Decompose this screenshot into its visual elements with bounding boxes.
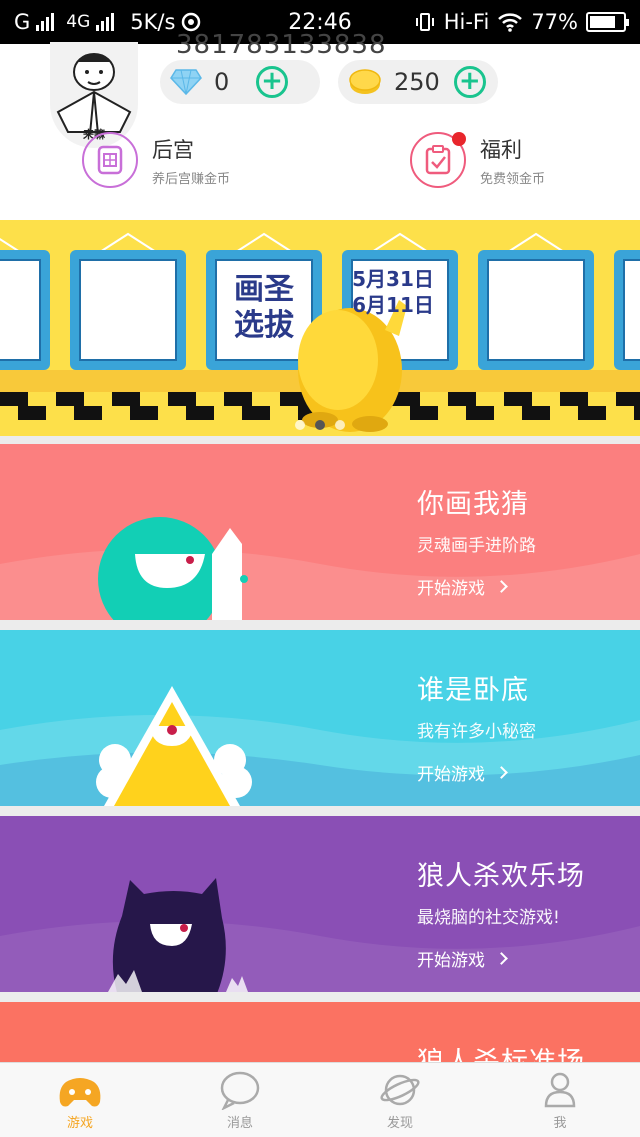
start-game-label: 开始游戏 — [417, 951, 485, 971]
add-coin-button[interactable]: + — [453, 66, 486, 98]
banner-illustration — [0, 232, 640, 432]
carousel-dot[interactable] — [335, 420, 345, 430]
game-card-undercover[interactable]: 谁是卧底 我有许多小秘密 开始游戏 — [0, 630, 640, 806]
person-icon — [544, 1072, 576, 1108]
user-id: 381783133838 — [176, 30, 387, 60]
quick-link-harem[interactable]: 后宫 养后宫赚金币 — [82, 132, 230, 188]
tab-games[interactable]: 游戏 — [0, 1063, 160, 1137]
start-game-label: 开始游戏 — [417, 579, 485, 599]
floor-tile — [578, 406, 606, 420]
wifi-icon — [498, 13, 523, 32]
floor-tile — [112, 392, 140, 406]
floor-tile — [448, 392, 476, 406]
banner-frame — [478, 232, 594, 370]
battery-percent: 77% — [531, 10, 578, 34]
chevron-right-icon — [495, 580, 508, 593]
network-label: 4G — [66, 12, 91, 32]
notification-badge — [452, 132, 466, 146]
quick-link-subtitle: 免费领金币 — [480, 171, 546, 187]
banner-frame-title: 画圣 选拔 — [234, 272, 294, 343]
carousel-dot[interactable] — [295, 420, 305, 430]
planet-icon — [380, 1074, 420, 1106]
chevron-right-icon — [495, 766, 508, 779]
tab-me[interactable]: 我 — [480, 1063, 640, 1137]
diamond-balance: 0 + — [160, 60, 320, 104]
start-game-button[interactable]: 开始游戏 — [417, 574, 536, 599]
carousel-indicator — [0, 420, 640, 430]
carrier-label: G — [14, 10, 31, 34]
banner-frame — [70, 232, 186, 370]
carousel-dot[interactable] — [315, 420, 325, 430]
floor-tile — [224, 392, 252, 406]
floor-tile — [56, 392, 84, 406]
game-subtitle: 最烧脑的社交游戏! — [417, 908, 560, 928]
signal-icon-2 — [96, 13, 115, 31]
floor-tile — [466, 406, 494, 420]
diamond-icon — [170, 69, 202, 96]
floor-tile — [0, 392, 28, 406]
gamepad-icon — [59, 1078, 101, 1107]
banner-frame — [0, 237, 50, 370]
floor-tile — [410, 406, 438, 420]
floor-tile — [186, 406, 214, 420]
banner-frame — [614, 250, 640, 370]
start-game-button[interactable]: 开始游戏 — [417, 946, 585, 971]
floor-tile — [634, 406, 640, 420]
coin-balance: 250 + — [338, 60, 498, 104]
banner-frame-dates: 5月31日 6月11日 — [352, 267, 434, 317]
floor-tile — [560, 392, 588, 406]
floor-tile — [168, 392, 196, 406]
game-title: 狼人杀欢乐场 — [417, 861, 585, 892]
game-card-werewolf-casual[interactable]: 狼人杀欢乐场 最烧脑的社交游戏! 开始游戏 — [0, 816, 640, 992]
coin-count: 250 — [394, 68, 440, 96]
signal-icon — [36, 13, 55, 31]
quick-link-title: 后宫 — [152, 137, 194, 162]
chat-bubble-icon — [220, 1071, 260, 1110]
floor-tile — [522, 406, 550, 420]
tab-label: 游戏 — [66, 1116, 93, 1131]
game-title: 你画我猜 — [417, 489, 529, 520]
floor-tile — [18, 406, 46, 420]
network-speed: 5K/s — [130, 10, 176, 34]
undercover-illustration — [0, 686, 640, 806]
floor-tile — [242, 406, 270, 420]
bottom-tab-bar: 游戏 消息 发现 我 — [0, 1062, 640, 1137]
add-diamond-button[interactable]: + — [256, 66, 288, 98]
game-title: 狼人杀标准场 — [417, 1040, 585, 1062]
game-subtitle: 灵魂画手进阶路 — [417, 536, 536, 556]
coin-icon — [349, 69, 381, 94]
floor-tile — [130, 406, 158, 420]
vibrate-icon — [415, 13, 434, 31]
palace-icon — [82, 132, 138, 188]
profile-header: 来嘛 381783133838 0 + 250 + 后宫 养后宫赚金币 福利 免… — [0, 30, 640, 220]
diamond-count: 0 — [214, 68, 230, 96]
start-game-button[interactable]: 开始游戏 — [417, 760, 536, 785]
tab-discover[interactable]: 发现 — [320, 1063, 480, 1137]
tab-label: 消息 — [226, 1116, 253, 1131]
tab-messages[interactable]: 消息 — [160, 1063, 320, 1137]
quick-link-subtitle: 养后宫赚金币 — [152, 171, 231, 187]
clipboard-icon — [410, 132, 466, 188]
floor-tile — [504, 392, 532, 406]
tab-label: 发现 — [386, 1116, 413, 1131]
promo-banner[interactable]: 画圣 选拔 5月31日 6月11日 — [0, 220, 640, 436]
sync-icon — [182, 12, 201, 32]
wifi-label: Hi-Fi — [443, 10, 490, 34]
chevron-right-icon — [495, 952, 508, 965]
battery-icon — [586, 12, 629, 32]
quick-link-welfare[interactable]: 福利 免费领金币 — [410, 132, 545, 188]
game-title: 谁是卧底 — [417, 675, 529, 706]
floor-tile — [74, 406, 102, 420]
quick-link-title: 福利 — [480, 137, 522, 162]
tab-label: 我 — [553, 1116, 567, 1131]
game-subtitle: 我有许多小秘密 — [417, 722, 536, 742]
floor-tile — [616, 392, 640, 406]
draw-guess-illustration — [0, 517, 640, 620]
game-card-draw-guess[interactable]: 你画我猜 灵魂画手进阶路 开始游戏 — [0, 444, 640, 620]
game-card-werewolf-standard[interactable]: 狼人杀标准场 — [0, 1002, 640, 1062]
start-game-label: 开始游戏 — [417, 765, 485, 785]
